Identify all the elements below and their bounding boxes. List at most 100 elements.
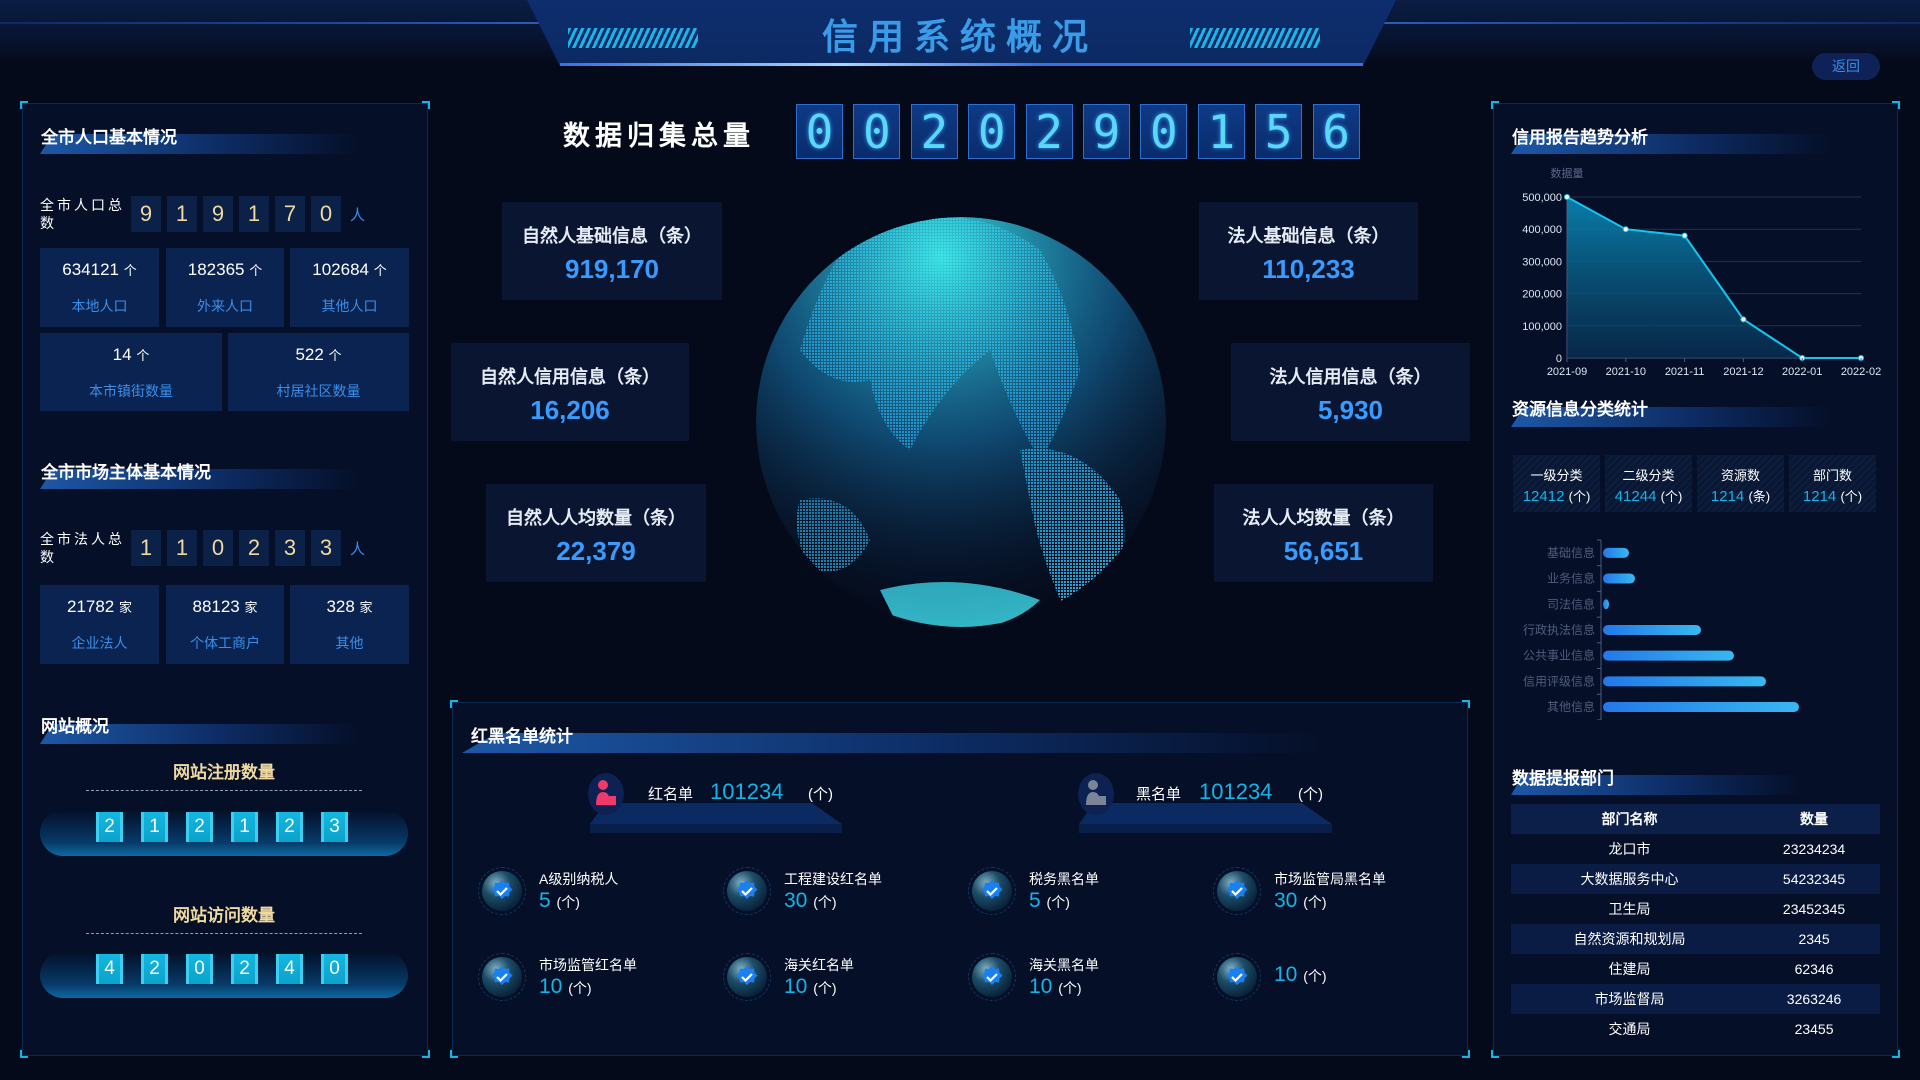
- stat-box: 88123 家个体工商户: [166, 585, 284, 664]
- data-point: [1564, 194, 1570, 200]
- section-title-redblack: 红黑名单统计: [471, 727, 573, 746]
- redblack-item-unit: (个): [556, 894, 580, 910]
- back-button[interactable]: 返回: [1812, 53, 1880, 80]
- visits-digit: 2: [231, 954, 258, 984]
- stat-value: 88123: [192, 597, 240, 616]
- verified-badge-icon: [1213, 953, 1261, 1001]
- corner-decor: [422, 101, 430, 109]
- verified-badge-icon: [478, 953, 526, 1001]
- stat-box: 21782 家企业法人: [40, 585, 159, 664]
- stat-card-value: 5,930: [1317, 395, 1384, 425]
- stat-card-value: 919,170: [565, 254, 659, 284]
- redblack-item-label: 工程建设红名单: [784, 871, 882, 887]
- visits-digit: 4: [276, 954, 303, 984]
- total-digit: 9: [1083, 104, 1130, 159]
- stat-value-wrap: 328 家: [290, 597, 409, 617]
- redblack-item-value: 10: [539, 975, 563, 998]
- total-digit: 0: [1140, 104, 1188, 159]
- stat-value: 182365: [187, 260, 245, 279]
- table-row: 卫生局 23452345: [1511, 894, 1880, 924]
- redlist-unit: (个): [808, 786, 833, 803]
- website-visits-label: 网站访问数量: [173, 906, 275, 925]
- bar-category-label: 其他信息: [1547, 699, 1595, 714]
- redblack-item-label: 市场监管红名单: [539, 957, 637, 973]
- cell-count: 54232345: [1748, 864, 1880, 894]
- stat-unit: 个: [123, 263, 137, 278]
- redblack-item-value-wrap: 5 (个): [1029, 889, 1070, 913]
- x-tick-label: 2021-09: [1547, 366, 1587, 378]
- verified-badge-icon: [968, 867, 1016, 915]
- table-row: 市场监督局 3263246: [1511, 984, 1880, 1014]
- redblack-item-value: 5: [539, 889, 551, 912]
- total-digit: 2: [1025, 104, 1073, 159]
- population-unit: 人: [350, 207, 366, 224]
- market-digit: 1: [167, 530, 197, 566]
- total-digit: 0: [853, 104, 901, 159]
- stat-box: 182365 个外来人口: [166, 248, 284, 327]
- table-row: 交通局 23455: [1511, 1014, 1880, 1044]
- cell-count: 23234234: [1782, 841, 1846, 857]
- stat-card: 自然人信用信息（条） 16,206: [451, 343, 689, 441]
- redblack-item-value: 5: [1029, 889, 1041, 912]
- registered-digit: 1: [231, 812, 258, 842]
- verified-badge-icon: [478, 867, 526, 915]
- stat-card: 自然人人均数量（条） 22,379: [486, 484, 706, 582]
- population-digit: 0: [311, 196, 341, 232]
- stat-value: 328: [326, 597, 355, 616]
- registered-digit: 2: [276, 812, 303, 842]
- table-row: 龙口市 23234234: [1511, 834, 1880, 864]
- x-tick-label: 2021-10: [1606, 366, 1646, 378]
- redblack-item-unit: (个): [813, 894, 837, 910]
- verified-badge-icon: [723, 867, 771, 915]
- corner-decor: [450, 700, 458, 708]
- stat-card-title: 法人信用信息（条）: [1269, 367, 1432, 387]
- blacklist-label: 黑名单: [1136, 786, 1182, 803]
- visits-digit: 4: [96, 954, 123, 984]
- y-tick-label: 0: [1556, 353, 1562, 365]
- divider: [86, 790, 362, 791]
- stat-card: 法人人均数量（条） 56,651: [1214, 484, 1433, 582]
- table-header-row: 部门名称 数量: [1511, 804, 1880, 834]
- cell-count: 23452345: [1782, 901, 1846, 917]
- market-digit: 2: [239, 530, 269, 566]
- x-tick-label: 2021-11: [1665, 366, 1705, 378]
- stat-value-wrap: 634121 个: [40, 260, 159, 280]
- visits-digit: 0: [321, 954, 348, 984]
- population-digit: 1: [239, 196, 269, 232]
- registered-digit: 2: [186, 812, 213, 842]
- blacklist-value: 101234: [1199, 779, 1273, 804]
- resource-stat-value: 1214: [1802, 488, 1837, 505]
- total-digit: 2: [910, 104, 958, 159]
- redblack-item-value-wrap: 30 (个): [1274, 889, 1327, 913]
- blacklist-platform: [1079, 803, 1332, 833]
- resource-stat-unit: (个): [1568, 489, 1591, 504]
- data-point: [1622, 226, 1629, 233]
- stat-value: 21782: [66, 597, 115, 616]
- person-red-icon: [588, 773, 624, 815]
- market-digit: 3: [311, 530, 341, 566]
- registered-digit: 3: [321, 812, 348, 842]
- stat-label: 个体工商户: [190, 635, 260, 651]
- person-gray-icon: [1078, 773, 1114, 815]
- resource-stat-value-wrap: 1214 (个): [1789, 486, 1876, 505]
- market-digit: 3: [275, 530, 305, 566]
- population-digit: 9: [131, 196, 161, 232]
- verified-badge-icon: [1213, 867, 1261, 915]
- stat-label: 本地人口: [71, 298, 128, 314]
- stat-label: 村居社区数量: [276, 383, 361, 399]
- bar-category-label: 信用评级信息: [1523, 673, 1595, 688]
- stat-unit: 个: [328, 348, 342, 363]
- y-tick-label: 300,000: [1522, 256, 1562, 268]
- cell-count: 23455: [1794, 1021, 1834, 1037]
- population-digit: 9: [203, 196, 233, 232]
- resource-bar-chart: 基础信息业务信息司法信息行政执法信息公共事业信息信用评级信息其他信息: [1523, 539, 1799, 720]
- redblack-item-value-wrap: 30 (个): [784, 889, 837, 913]
- stat-unit: 家: [119, 600, 133, 615]
- stat-card: 法人基础信息（条） 110,233: [1199, 202, 1418, 300]
- redblack-item-label: 税务黑名单: [1029, 871, 1099, 887]
- population-digit: 7: [275, 196, 305, 232]
- bar-category-label: 业务信息: [1547, 571, 1595, 586]
- section-title-trend: 信用报告趋势分析: [1512, 128, 1648, 147]
- resource-stat-box: 资源数 1214 (条): [1697, 455, 1784, 512]
- stat-label: 外来人口: [197, 298, 253, 314]
